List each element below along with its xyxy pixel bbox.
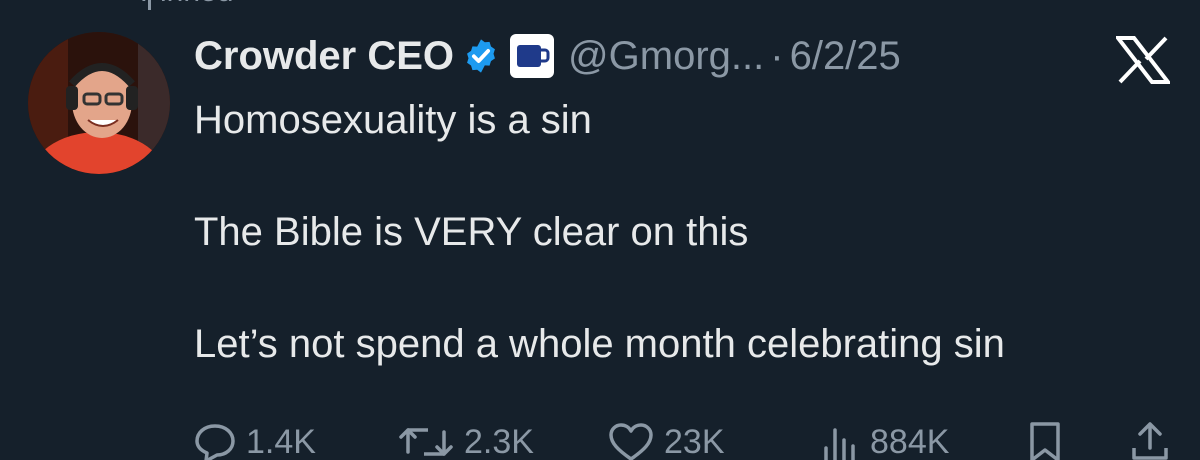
reply-icon xyxy=(195,424,235,460)
display-name[interactable]: Crowder CEO xyxy=(194,34,454,79)
tweet-line-1: Homosexuality is a sin xyxy=(194,98,592,142)
tweet-text: Homosexuality is a sin The Bible is VERY… xyxy=(194,92,1184,372)
views-count: 884K xyxy=(870,422,950,460)
avatar[interactable] xyxy=(28,32,170,174)
tweet-header: Crowder CEO @Gmorg... · 6/2/25 xyxy=(194,26,901,86)
tweet-line-3: Let’s not spend a whole month celebratin… xyxy=(194,322,1005,366)
bookmark-icon xyxy=(1030,422,1060,460)
views-button[interactable]: 884K xyxy=(820,414,949,460)
repost-icon xyxy=(399,428,453,456)
tweet-date[interactable]: 6/2/25 xyxy=(790,34,901,79)
user-handle[interactable]: @Gmorg... xyxy=(568,34,764,79)
reply-count: 1.4K xyxy=(246,422,316,460)
like-button[interactable]: 23K xyxy=(608,414,725,460)
verified-badge-icon[interactable] xyxy=(462,37,500,75)
x-logo-icon xyxy=(1113,36,1173,84)
share-icon xyxy=(1132,422,1168,460)
separator-dot: · xyxy=(770,33,784,78)
like-icon xyxy=(609,423,653,460)
repost-button[interactable]: 2.3K xyxy=(398,414,534,460)
repost-count: 2.3K xyxy=(464,422,534,460)
reply-button[interactable]: 1.4K xyxy=(194,414,316,460)
tweet-line-2: The Bible is VERY clear on this xyxy=(194,210,749,254)
tweet-actions: 1.4K 2.3K 23K 884K xyxy=(194,414,1184,460)
pinned-label: Pinned xyxy=(140,0,233,8)
mug-club-affiliation-icon[interactable] xyxy=(510,34,555,78)
views-icon xyxy=(824,428,855,460)
share-button[interactable] xyxy=(1130,414,1170,460)
like-count: 23K xyxy=(664,422,725,460)
bookmark-button[interactable] xyxy=(1028,414,1062,460)
